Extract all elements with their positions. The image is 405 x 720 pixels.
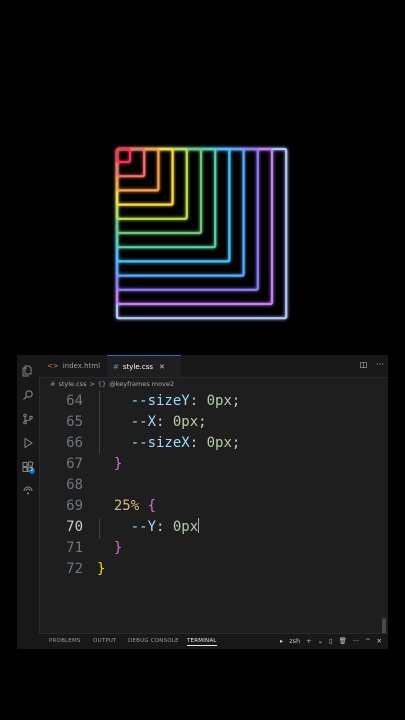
code-area[interactable]: 64 --sizeY: 0px; 65 --X: 0px; 66 --sizeX… — [39, 391, 388, 648]
neon-square — [115, 147, 160, 192]
line-number: 70 — [66, 519, 83, 535]
line-number: 72 — [66, 561, 83, 577]
neon-squares-artwork — [115, 147, 288, 320]
breadcrumb-symbol[interactable]: @keyframes move2 — [109, 380, 174, 388]
split-terminal-icon[interactable]: ▯ — [329, 637, 333, 645]
chevron-down-icon[interactable]: ⌄ — [318, 637, 323, 645]
code-line: 65 --X: 0px; — [39, 412, 388, 433]
shell-label[interactable]: zsh — [289, 637, 300, 645]
code-line-current: 70 --Y: 0px — [39, 517, 388, 538]
line-text: --sizeY: 0px; — [130, 393, 241, 409]
line-number: 67 — [66, 456, 83, 472]
panel-actions: ▸ zsh + ⌄ ▯ 🗑 ··· ^ ✕ — [280, 637, 382, 645]
close-panel-icon[interactable]: ✕ — [377, 637, 382, 645]
extensions-icon[interactable]: 2 — [22, 461, 35, 474]
search-icon[interactable] — [22, 389, 34, 401]
line-text: --sizeX: 0px; — [130, 435, 241, 451]
new-terminal-icon[interactable]: + — [306, 637, 311, 645]
breadcrumb: # style.css > {} @keyframes move2 — [50, 377, 174, 391]
activity-bar: 2 — [17, 355, 40, 649]
html-file-icon: <> — [47, 362, 59, 370]
more-actions-icon[interactable]: ··· — [376, 360, 384, 369]
text-cursor — [198, 518, 200, 533]
neon-square — [115, 147, 188, 220]
code-line: 64 --sizeY: 0px; — [39, 391, 388, 412]
code-line: 71 } — [39, 538, 388, 559]
line-text: --Y: 0px — [130, 518, 200, 535]
remote-icon[interactable] — [22, 485, 34, 497]
line-number: 66 — [66, 435, 83, 451]
line-text: --X: 0px; — [130, 414, 207, 430]
more-actions-icon[interactable]: ··· — [353, 637, 359, 645]
line-text: } — [97, 561, 106, 577]
code-line: 72 } — [39, 559, 388, 580]
line-number: 65 — [66, 414, 83, 430]
tab-output[interactable]: OUTPUT — [93, 638, 117, 644]
trash-icon[interactable]: 🗑 — [339, 637, 347, 645]
line-text: 25% { — [113, 498, 157, 514]
source-control-icon[interactable] — [22, 413, 34, 425]
vscode-editor-window: 2 <> index.html # style.css ✕ ◫ ··· # st… — [17, 355, 388, 649]
line-text: } — [113, 540, 123, 556]
files-icon[interactable] — [22, 365, 34, 377]
run-debug-icon[interactable] — [22, 437, 34, 449]
tab-debug-console[interactable]: DEBUG CONSOLE — [128, 638, 179, 644]
breadcrumb-separator: > — [89, 380, 95, 388]
line-number: 64 — [66, 393, 83, 409]
split-editor-icon[interactable]: ◫ — [360, 360, 368, 369]
terminal-icon: ▸ — [279, 637, 284, 645]
code-line: 69 25% { — [39, 496, 388, 517]
line-number: 71 — [66, 540, 83, 556]
bottom-panel-tabs: PROBLEMS OUTPUT DEBUG CONSOLE TERMINAL ▸… — [39, 633, 388, 649]
code-line: 68 — [39, 475, 388, 496]
tab-label: style.css — [122, 362, 154, 371]
breadcrumb-file[interactable]: style.css — [58, 380, 86, 388]
line-text: } — [113, 456, 123, 472]
tab-terminal[interactable]: TERMINAL — [187, 638, 217, 646]
line-number: 69 — [66, 498, 83, 514]
tab-style-css[interactable]: # style.css ✕ — [107, 355, 181, 377]
line-number: 68 — [66, 477, 83, 493]
tab-index-html[interactable]: <> index.html — [39, 355, 107, 377]
tab-label: index.html — [62, 362, 101, 370]
neon-square — [115, 147, 132, 164]
neon-square — [115, 147, 245, 277]
neon-square — [115, 147, 274, 306]
keyframes-symbol-icon: {} — [97, 380, 107, 388]
css-file-icon: # — [113, 362, 119, 371]
editor-tab-bar: <> index.html # style.css ✕ ◫ ··· — [39, 355, 388, 378]
close-icon[interactable]: ✕ — [159, 363, 165, 371]
maximize-panel-icon[interactable]: ^ — [365, 637, 370, 645]
tab-actions: ◫ ··· — [360, 360, 384, 369]
code-line: 66 --sizeX: 0px; — [39, 433, 388, 454]
code-line: 67 } — [39, 454, 388, 475]
css-file-icon: # — [50, 380, 56, 388]
extensions-badge: 2 — [29, 468, 35, 474]
tab-problems[interactable]: PROBLEMS — [49, 638, 81, 644]
